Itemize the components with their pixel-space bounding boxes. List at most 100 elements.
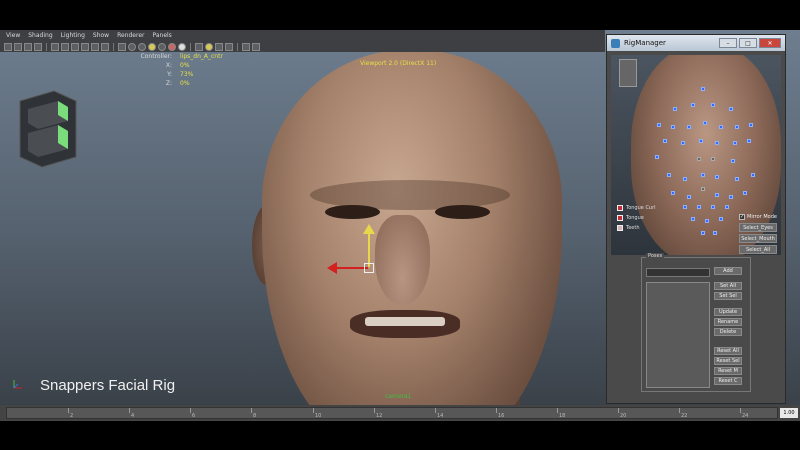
tongue-swatch[interactable] [617,215,623,221]
reset-m-button[interactable]: Reset M [714,367,742,375]
wireframe-icon[interactable] [118,42,126,51]
menu-panels[interactable]: Panels [152,30,171,41]
face-control-point[interactable] [719,125,723,129]
face-control-point[interactable] [671,125,675,129]
face-control-point[interactable] [749,123,753,127]
pose-list[interactable] [646,282,710,388]
face-control-point[interactable] [751,173,755,177]
face-control-point[interactable] [743,191,747,195]
face-control-point[interactable] [715,193,719,197]
face-control-point[interactable] [713,231,717,235]
face-control-point[interactable] [683,205,687,209]
face-control-point[interactable] [711,157,715,161]
face-control-point[interactable] [655,155,659,159]
face-control-point[interactable] [691,103,695,107]
field-chart-icon[interactable] [91,42,99,51]
color-management-icon[interactable] [252,42,260,51]
maximize-button[interactable]: □ [739,38,757,48]
face-control-point[interactable] [701,187,705,191]
face-control-point[interactable] [687,125,691,129]
face-control-point[interactable] [715,141,719,145]
menu-lighting[interactable]: Lighting [61,30,85,41]
face-control-point[interactable] [691,217,695,221]
face-control-point[interactable] [667,173,671,177]
ambient-occlusion-icon[interactable] [168,42,176,51]
isolate-select-icon[interactable] [195,42,203,51]
anti-aliasing-icon[interactable] [178,42,186,51]
film-gate-icon[interactable] [61,42,69,51]
face-control-point[interactable] [719,217,723,221]
set-sel-button[interactable]: Set Sel [714,292,742,300]
bookmark-icon[interactable] [24,42,32,51]
face-control-point[interactable] [657,123,661,127]
face-control-point[interactable] [715,175,719,179]
face-control-point[interactable] [735,177,739,181]
face-control-point[interactable] [701,173,705,177]
mirror-mode-checkbox[interactable]: ✓ [739,214,745,220]
set-all-button[interactable]: Set All [714,282,742,290]
current-frame-field[interactable]: 1.00 [780,408,798,418]
face-control-point[interactable] [733,141,737,145]
select-mouth-button[interactable]: Select_Mouth [739,234,777,243]
update-pose-button[interactable]: Update [714,308,742,316]
gamma-icon[interactable] [242,42,250,51]
face-picker-panel[interactable]: Tongue Curl Tongue Teeth ✓ Mirror Mode Se… [611,55,781,255]
face-control-point[interactable] [729,107,733,111]
menu-show[interactable]: Show [93,30,109,41]
shadows-icon[interactable] [158,42,166,51]
face-control-point[interactable] [703,121,707,125]
face-control-point[interactable] [705,219,709,223]
select-eyes-button[interactable]: Select_Eyes [739,223,777,232]
face-control-point[interactable] [735,125,739,129]
delete-pose-button[interactable]: Delete [714,328,742,336]
face-control-point[interactable] [701,231,705,235]
face-control-point[interactable] [663,139,667,143]
reset-sel-button[interactable]: Reset Sel [714,357,742,365]
face-control-point[interactable] [701,87,705,91]
rename-pose-button[interactable]: Rename [714,318,742,326]
xray-icon[interactable] [205,42,213,51]
grid-icon[interactable] [51,42,59,51]
menu-renderer[interactable]: Renderer [117,30,144,41]
face-control-point[interactable] [683,177,687,181]
face-control-point[interactable] [673,107,677,111]
resolution-gate-icon[interactable] [71,42,79,51]
face-control-point[interactable] [711,103,715,107]
rigmanager-titlebar[interactable]: RigManager – □ ✕ [607,35,785,51]
time-slider-track[interactable]: 2 4 6 8 10 12 14 16 18 20 22 24 [6,407,778,419]
lights-icon[interactable] [148,42,156,51]
move-manipulator-center[interactable] [364,263,374,273]
face-control-point[interactable] [725,205,729,209]
face-control-point[interactable] [681,141,685,145]
face-control-point[interactable] [747,139,751,143]
xray-components-icon[interactable] [225,42,233,51]
image-plane-icon[interactable] [34,42,42,51]
move-manipulator-y-arrow[interactable] [363,224,375,234]
select-camera-icon[interactable] [4,42,12,51]
face-control-point[interactable] [697,205,701,209]
minimize-button[interactable]: – [719,38,737,48]
tongue-curl-swatch[interactable] [617,205,623,211]
gate-mask-icon[interactable] [81,42,89,51]
select-all-button[interactable]: Select_All [739,245,777,254]
face-control-point[interactable] [671,191,675,195]
safe-action-icon[interactable] [101,42,109,51]
face-control-point[interactable] [699,139,703,143]
teeth-swatch[interactable] [617,225,623,231]
menu-view[interactable]: View [6,30,20,41]
time-slider[interactable]: 2 4 6 8 10 12 14 16 18 20 22 24 1.00 [0,405,800,421]
default-material-icon[interactable] [138,42,146,51]
reset-c-button[interactable]: Reset C [714,377,742,385]
reset-all-button[interactable]: Reset All [714,347,742,355]
close-button[interactable]: ✕ [759,38,781,48]
move-manipulator-x-arrow[interactable] [327,262,337,274]
face-control-point[interactable] [697,157,701,161]
face-control-point[interactable] [687,195,691,199]
move-manipulator-y-axis[interactable] [368,233,370,267]
face-control-point[interactable] [729,195,733,199]
smooth-shade-icon[interactable] [128,42,136,51]
pose-name-input[interactable] [646,268,710,277]
xray-joints-icon[interactable] [215,42,223,51]
camera-attr-icon[interactable] [14,42,22,51]
menu-shading[interactable]: Shading [28,30,52,41]
